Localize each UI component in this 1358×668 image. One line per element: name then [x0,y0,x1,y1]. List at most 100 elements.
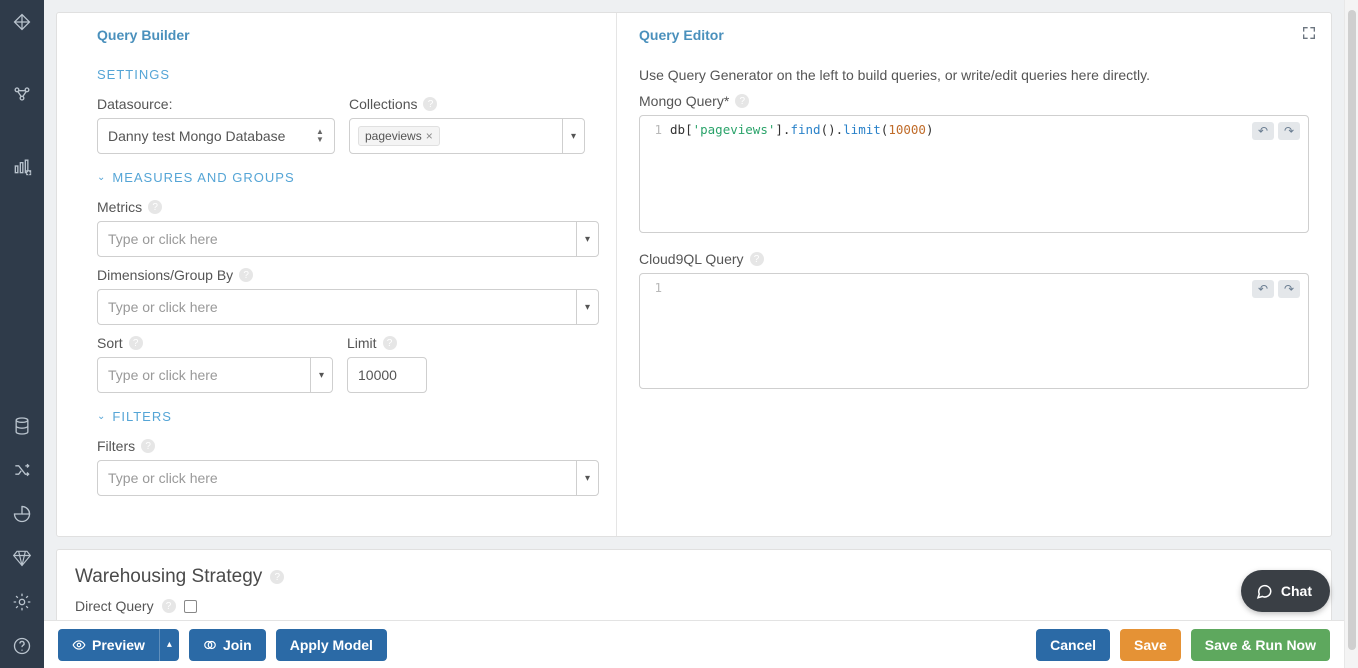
sort-text-input[interactable] [98,359,308,391]
apply-model-button[interactable]: Apply Model [276,629,387,661]
collection-tag-label: pageviews [365,129,422,143]
cloud9ql-label: Cloud9QL Query ? [639,251,1309,267]
filters-text-input[interactable] [98,462,574,494]
help-icon[interactable]: ? [750,252,764,266]
nav-shuffle-icon[interactable] [0,448,44,492]
editor-helper-text: Use Query Generator on the left to build… [639,67,1309,83]
filters-section-label: FILTERS [112,409,172,424]
save-button[interactable]: Save [1120,629,1181,661]
query-builder-panel: Query Builder SETTINGS Datasource: Danny… [57,13,617,536]
preview-button-label: Preview [92,637,145,653]
preview-split-button: Preview ▴ [58,629,179,661]
left-nav-rail [0,0,44,668]
undo-icon[interactable]: ↶ [1252,122,1274,140]
metrics-caret[interactable]: ▾ [576,222,598,256]
nav-workflow-icon[interactable] [0,72,44,116]
nav-database-icon[interactable] [0,404,44,448]
page-scrollbar-thumb[interactable] [1348,10,1356,650]
join-button-label: Join [223,637,252,653]
collections-label: Collections ? [349,96,585,112]
join-button[interactable]: Join [189,629,266,661]
dimensions-caret[interactable]: ▾ [576,290,598,324]
preview-button[interactable]: Preview [58,629,159,661]
expand-icon[interactable] [1301,25,1317,44]
direct-query-label: Direct Query [75,598,154,614]
query-editor-panel: Query Editor Use Query Generator on the … [617,13,1331,536]
query-editor-title: Query Editor [639,27,1309,43]
chevron-down-icon: ⌄ [97,411,106,422]
filters-section-header[interactable]: ⌄ FILTERS [97,409,596,424]
page-scrollbar[interactable] [1344,0,1358,668]
chevron-down-icon: ⌄ [97,172,106,183]
mongo-query-editor[interactable]: ↶ ↷ 1 db['pageviews'].find().limit(10000… [639,115,1309,233]
redo-icon[interactable]: ↷ [1278,122,1300,140]
save-button-label: Save [1134,637,1167,653]
cancel-button-label: Cancel [1050,637,1096,653]
limit-input[interactable] [348,359,426,391]
collections-caret[interactable]: ▾ [562,119,584,153]
sort-input[interactable]: ▾ [97,357,333,393]
datasource-value: Danny test Mongo Database [98,128,334,144]
help-icon[interactable]: ? [383,336,397,350]
nav-help-icon[interactable] [0,624,44,668]
sort-label: Sort ? [97,335,333,351]
limit-input-wrap[interactable] [347,357,427,393]
help-icon[interactable]: ? [129,336,143,350]
apply-model-label: Apply Model [290,637,373,653]
help-icon[interactable]: ? [239,268,253,282]
filters-label: Filters ? [97,438,596,454]
cancel-button[interactable]: Cancel [1036,629,1110,661]
line-number: 1 [650,280,662,295]
dimensions-input[interactable]: ▾ [97,289,599,325]
warehousing-card: Warehousing Strategy ? Direct Query ? [56,549,1332,625]
mongo-query-label: Mongo Query* ? [639,93,1309,109]
logo-icon[interactable] [0,0,44,44]
mongo-code-line: db['pageviews'].find().limit(10000) [670,122,934,137]
footer-bar: Preview ▴ Join Apply Model Cancel Save S… [44,620,1344,668]
line-number: 1 [650,122,662,137]
nav-pie-icon[interactable] [0,492,44,536]
warehousing-title: Warehousing Strategy ? [75,566,1313,588]
redo-icon[interactable]: ↷ [1278,280,1300,298]
sort-caret[interactable]: ▾ [310,358,332,392]
nav-chart-add-icon[interactable] [0,144,44,188]
datasource-label: Datasource: [97,96,335,112]
query-builder-title: Query Builder [97,27,596,43]
filters-input[interactable]: ▾ [97,460,599,496]
cloud9ql-editor[interactable]: ↶ ↷ 1 [639,273,1309,389]
preview-caret[interactable]: ▴ [159,629,179,661]
help-icon[interactable]: ? [423,97,437,111]
direct-query-checkbox[interactable] [184,600,197,613]
content-area: Query Builder SETTINGS Datasource: Danny… [44,0,1344,668]
nav-diamond-icon[interactable] [0,536,44,580]
remove-tag-icon[interactable]: × [426,129,433,143]
measures-section-header[interactable]: ⌄ MEASURES AND GROUPS [97,170,596,185]
direct-query-row: Direct Query ? [75,598,1313,614]
save-run-button-label: Save & Run Now [1205,637,1316,653]
help-icon[interactable]: ? [148,200,162,214]
help-icon[interactable]: ? [735,94,749,108]
limit-label: Limit ? [347,335,427,351]
filters-caret[interactable]: ▾ [576,461,598,495]
dimensions-label: Dimensions/Group By ? [97,267,596,283]
datasource-select[interactable]: Danny test Mongo Database ▲▼ [97,118,335,154]
query-card: Query Builder SETTINGS Datasource: Danny… [56,12,1332,537]
help-icon[interactable]: ? [270,570,284,584]
dimensions-text-input[interactable] [98,291,574,323]
help-icon[interactable]: ? [141,439,155,453]
chat-button[interactable]: Chat [1241,570,1330,612]
save-run-button[interactable]: Save & Run Now [1191,629,1330,661]
collection-tag: pageviews × [358,126,440,146]
metrics-input[interactable]: ▾ [97,221,599,257]
undo-icon[interactable]: ↶ [1252,280,1274,298]
chat-button-label: Chat [1281,583,1312,599]
help-icon[interactable]: ? [162,599,176,613]
nav-gear-icon[interactable] [0,580,44,624]
settings-section-label: SETTINGS [97,67,170,82]
measures-section-label: MEASURES AND GROUPS [112,170,294,185]
metrics-text-input[interactable] [98,223,574,255]
collections-input[interactable]: pageviews × ▾ [349,118,585,154]
settings-section-header: SETTINGS [97,67,596,82]
select-arrows-icon: ▲▼ [312,119,328,153]
metrics-label: Metrics ? [97,199,596,215]
